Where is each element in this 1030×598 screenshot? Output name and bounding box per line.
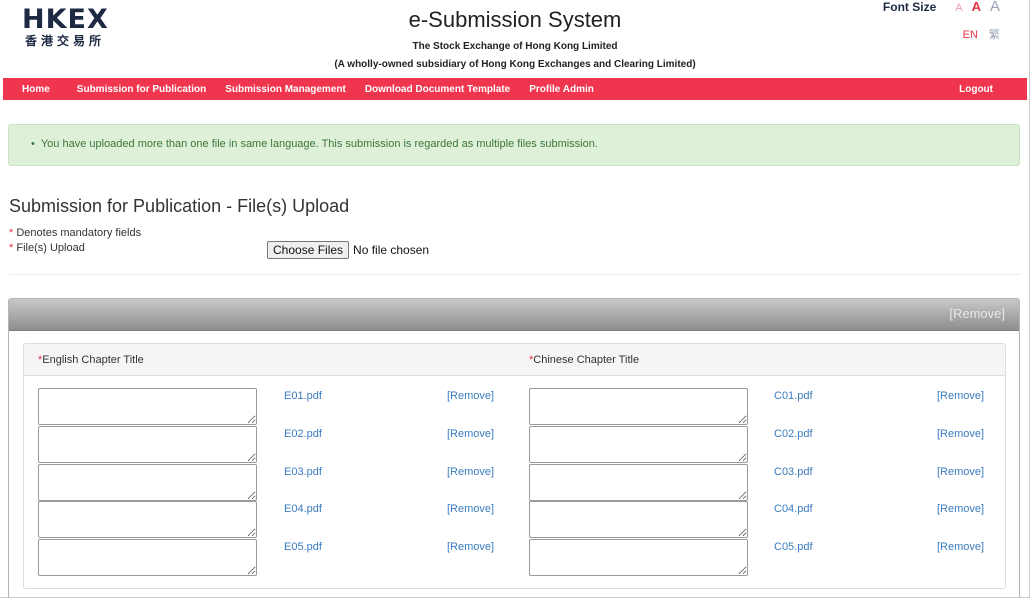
- english-chapter-header: *English Chapter Title: [38, 354, 144, 366]
- chinese-chapter-title-input[interactable]: [529, 426, 748, 463]
- chapter-row: E03.pdf [Remove] C03.pdf [Remove]: [24, 464, 1007, 502]
- language-switcher: EN 繁: [963, 26, 1000, 42]
- english-file-link[interactable]: E02.pdf: [284, 428, 322, 440]
- upload-panel: [Remove] *English Chapter Title *Chinese…: [8, 298, 1020, 598]
- chinese-chapter-title-input[interactable]: [529, 539, 748, 576]
- chapter-row: E04.pdf [Remove] C04.pdf [Remove]: [24, 501, 1007, 539]
- chinese-file-link[interactable]: C01.pdf: [774, 390, 813, 402]
- page-title: Submission for Publication - File(s) Upl…: [9, 196, 350, 216]
- nav-submission-management[interactable]: Submission Management: [206, 84, 346, 95]
- nav-download-document-template[interactable]: Download Document Template: [346, 84, 510, 95]
- english-chapter-title-input[interactable]: [38, 501, 257, 538]
- chinese-remove-link[interactable]: [Remove]: [937, 541, 984, 553]
- org-subtitle: (A wholly-owned subsidiary of Hong Kong …: [334, 59, 696, 70]
- file-upload-input[interactable]: Choose Files No file chosen: [267, 241, 429, 259]
- header: HKEX 香港交易所 e-Submission System The Stock…: [0, 0, 1030, 78]
- chapter-row: E01.pdf [Remove] C01.pdf [Remove]: [24, 388, 1007, 426]
- choose-files-button[interactable]: Choose Files: [267, 241, 350, 259]
- chinese-remove-link[interactable]: [Remove]: [937, 428, 984, 440]
- chinese-chapter-title-input[interactable]: [529, 501, 748, 538]
- chapter-table: *English Chapter Title *Chinese Chapter …: [23, 343, 1006, 589]
- mandatory-note: * Denotes mandatory fields: [9, 227, 141, 239]
- font-size-large-button[interactable]: A: [990, 0, 1000, 15]
- font-size-control: Font Size A A A: [883, 0, 1000, 15]
- file-upload-label-text: File(s) Upload: [16, 242, 85, 254]
- chinese-file-link[interactable]: C03.pdf: [774, 466, 813, 478]
- nav-profile-admin[interactable]: Profile Admin: [510, 84, 594, 95]
- font-size-label: Font Size: [882, 0, 937, 14]
- chinese-chapter-header: *Chinese Chapter Title: [529, 354, 639, 366]
- english-chapter-title-input[interactable]: [38, 539, 257, 576]
- chinese-file-link[interactable]: C05.pdf: [774, 541, 813, 553]
- divider: [9, 274, 1021, 275]
- english-file-link[interactable]: E04.pdf: [284, 503, 322, 515]
- lang-en-link[interactable]: EN: [963, 29, 978, 41]
- alert-bullet: •: [31, 138, 35, 150]
- nav-submission-for-publication[interactable]: Submission for Publication: [58, 84, 206, 95]
- english-chapter-header-text: English Chapter Title: [42, 354, 144, 366]
- chapter-row: E02.pdf [Remove] C02.pdf [Remove]: [24, 426, 1007, 464]
- org-name: The Stock Exchange of Hong Kong Limited: [412, 41, 618, 52]
- english-chapter-title-input[interactable]: [38, 426, 257, 463]
- english-remove-link[interactable]: [Remove]: [447, 503, 494, 515]
- lang-zh-link[interactable]: 繁: [989, 29, 1000, 41]
- main-nav: Home Submission for Publication Submissi…: [3, 78, 1027, 100]
- system-title: e-Submission System: [408, 7, 622, 32]
- file-upload-label: * File(s) Upload: [9, 242, 85, 254]
- english-file-link[interactable]: E01.pdf: [284, 390, 322, 402]
- nav-home[interactable]: Home: [3, 84, 58, 95]
- chinese-remove-link[interactable]: [Remove]: [937, 390, 984, 402]
- alert-message: You have uploaded more than one file in …: [40, 138, 598, 150]
- english-remove-link[interactable]: [Remove]: [447, 541, 494, 553]
- english-remove-link[interactable]: [Remove]: [447, 428, 494, 440]
- no-file-chosen-text: No file chosen: [353, 243, 430, 257]
- english-file-link[interactable]: E03.pdf: [284, 466, 322, 478]
- english-remove-link[interactable]: [Remove]: [447, 466, 494, 478]
- chinese-chapter-title-input[interactable]: [529, 464, 748, 501]
- chinese-chapter-title-input[interactable]: [529, 388, 748, 425]
- chinese-file-link[interactable]: C02.pdf: [774, 428, 813, 440]
- font-size-small-button[interactable]: A: [955, 2, 962, 14]
- chinese-chapter-header-text: Chinese Chapter Title: [533, 354, 640, 366]
- mandatory-note-text: Denotes mandatory fields: [16, 227, 142, 239]
- chinese-remove-link[interactable]: [Remove]: [937, 466, 984, 478]
- panel-remove-link[interactable]: [Remove]: [949, 306, 1005, 321]
- english-file-link[interactable]: E05.pdf: [284, 541, 322, 553]
- success-alert: • You have uploaded more than one file in…: [8, 124, 1020, 166]
- english-remove-link[interactable]: [Remove]: [447, 390, 494, 402]
- logout-link[interactable]: Logout: [940, 84, 1027, 95]
- english-chapter-title-input[interactable]: [38, 464, 257, 501]
- chinese-file-link[interactable]: C04.pdf: [774, 503, 813, 515]
- font-size-medium-button[interactable]: A: [972, 0, 981, 14]
- chinese-remove-link[interactable]: [Remove]: [937, 503, 984, 515]
- chapter-table-header: *English Chapter Title *Chinese Chapter …: [24, 344, 1005, 376]
- chapter-row: E05.pdf [Remove] C05.pdf [Remove]: [24, 539, 1007, 577]
- english-chapter-title-input[interactable]: [38, 388, 257, 425]
- panel-header: [Remove]: [9, 299, 1019, 331]
